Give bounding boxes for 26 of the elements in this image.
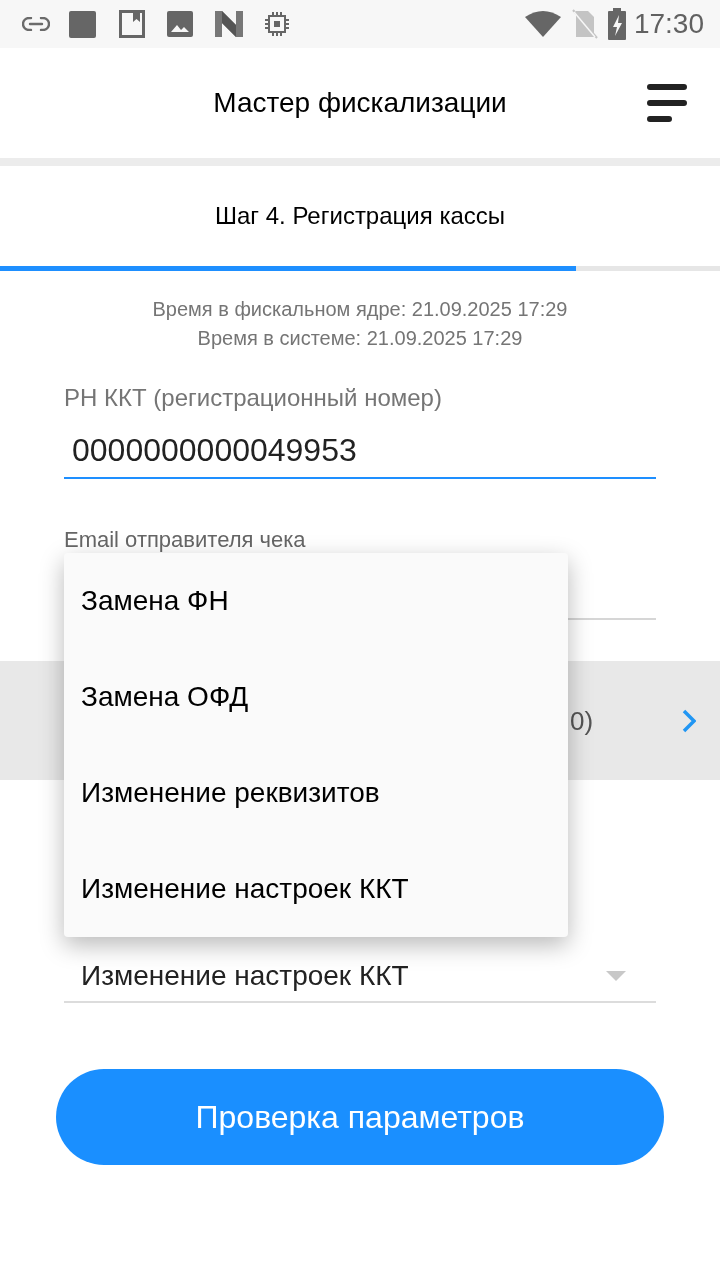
registration-number-field[interactable]: 0000000000049953 [64, 430, 656, 479]
chip-icon [264, 11, 290, 37]
wifi-icon [524, 11, 561, 37]
menu-item[interactable]: Изменение настроек ККТ [64, 841, 568, 937]
link-icon [22, 17, 50, 31]
step-title: Шаг 4. Регистрация кассы [214, 201, 505, 231]
image-icon [167, 11, 193, 37]
row-text: 0) [570, 704, 594, 737]
square-icon [69, 10, 96, 38]
battery-charging-icon [607, 8, 626, 40]
n-logo-icon [215, 11, 243, 37]
menu-icon[interactable] [647, 84, 687, 122]
status-time: 17:30 [633, 8, 704, 40]
menu-item[interactable]: Замена ОФД [64, 649, 568, 745]
dropdown-arrow-icon [606, 970, 626, 981]
field-label: Email отправителя чека [64, 526, 307, 554]
time-info-text: Время в системе: 21.09.2025 17:29 [197, 326, 523, 351]
book-icon [119, 10, 145, 38]
menu-item[interactable]: Замена ФН [64, 553, 568, 649]
dropdown-spinner[interactable]: Изменение настроек ККТ [64, 950, 656, 1003]
chevron-right-icon [682, 708, 696, 733]
menu-item[interactable]: Изменение реквизитов [64, 745, 568, 841]
field-label: РН ККТ (регистрационный номер) [64, 383, 443, 413]
time-info-text: Время в фискальном ядре: 21.09.2025 17:29 [152, 297, 568, 322]
app-title: Мастер фискализации [213, 86, 507, 120]
no-sim-icon [571, 9, 598, 39]
